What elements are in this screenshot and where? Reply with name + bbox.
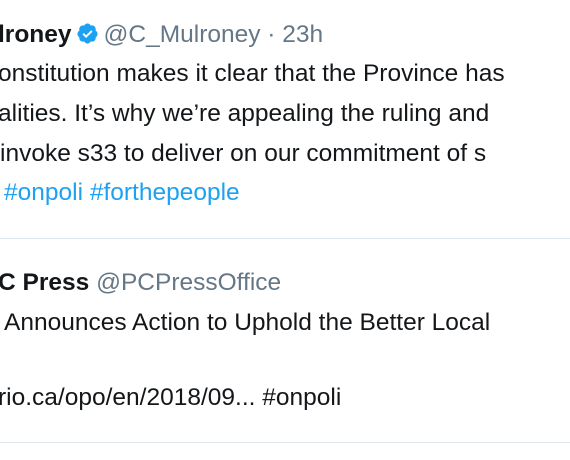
verified-badge-icon (76, 22, 99, 45)
separator-dot: · (267, 21, 276, 48)
tweet-text-line: alities. It’s why we’re appealing the ru… (0, 100, 490, 127)
tweet-text-line: invoke s33 to deliver on our commitment … (0, 140, 487, 167)
tweet-divider (0, 442, 570, 443)
tweet-timestamp[interactable]: 23h (282, 21, 323, 48)
author-name[interactable]: lroney (0, 21, 72, 48)
author-name[interactable]: C Press (0, 269, 89, 296)
hashtag-link[interactable]: #onpoli (4, 179, 83, 206)
tweet-link-row: rio.ca/opo/en/2018/09... #onpoli (0, 383, 341, 413)
hashtag-row: #onpoli #forthepeople (4, 178, 240, 208)
tweet-item[interactable]: lroney @C_Mulroney · 23h onstitution make… (0, 0, 570, 238)
tweet-text-line: onstitution makes it clear that the Prov… (0, 60, 505, 87)
url-link[interactable]: rio.ca/opo/en/2018/09... (0, 384, 255, 411)
tweet-text-line: Announces Action to Uphold the Better Lo… (4, 309, 491, 336)
tweet-header: lroney @C_Mulroney · 23h (0, 20, 323, 50)
hashtag-link[interactable]: #forthepeople (90, 179, 240, 206)
author-handle[interactable]: @PCPressOffice (96, 269, 281, 296)
hashtag-link[interactable]: #onpoli (262, 384, 341, 411)
tweet-item[interactable]: C Press @PCPressOffice Announces Action … (0, 239, 570, 442)
tweet-header: C Press @PCPressOffice (0, 268, 281, 298)
author-handle[interactable]: @C_Mulroney (104, 21, 261, 48)
tweet-feed: lroney @C_Mulroney · 23h onstitution make… (0, 0, 570, 460)
